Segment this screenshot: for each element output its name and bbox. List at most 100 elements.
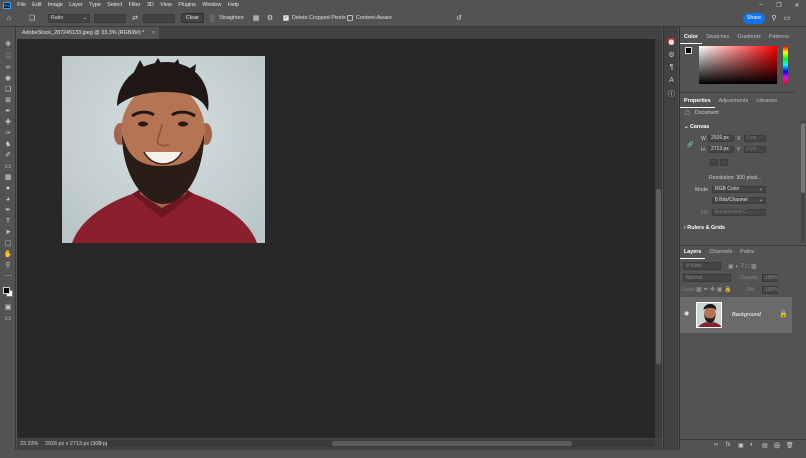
foreground-swatch[interactable] — [685, 47, 692, 54]
x-field[interactable]: 0 px — [744, 135, 766, 142]
fill-opacity-field[interactable]: 100% — [762, 286, 778, 294]
crop-tool-icon[interactable]: ❏ — [3, 84, 13, 94]
menu-image[interactable]: Image — [45, 0, 66, 10]
menu-layer[interactable]: Layer — [66, 0, 86, 10]
hue-slider[interactable] — [783, 46, 788, 84]
vertical-scrollbar[interactable] — [655, 39, 662, 438]
fill-select[interactable]: Background C... — [712, 209, 766, 216]
close-window-icon[interactable]: ✕ — [788, 0, 806, 10]
properties-scrollbar[interactable] — [801, 121, 805, 243]
straighten-icon[interactable]: ░ — [207, 13, 217, 23]
menu-window[interactable]: Window — [199, 0, 225, 10]
link-layers-icon[interactable]: ∞ — [714, 442, 718, 448]
delete-layer-icon[interactable]: 🗑 — [786, 442, 794, 449]
marquee-tool-icon[interactable]: □ — [3, 51, 13, 61]
menu-3d[interactable]: 3D — [144, 0, 157, 10]
ratio-select[interactable]: Ratio ⌄ — [48, 13, 90, 23]
menu-select[interactable]: Select — [104, 0, 125, 10]
menu-filter[interactable]: Filter — [125, 0, 143, 10]
clear-button[interactable]: Clear — [181, 13, 204, 23]
layer-filter-kind[interactable]: ⚲ Kind — [683, 262, 721, 270]
history-brush-tool-icon[interactable]: ✐ — [3, 150, 13, 160]
move-tool-icon[interactable]: ✥ — [3, 39, 13, 49]
gradient-tool-icon[interactable]: ▩ — [3, 172, 13, 182]
home-icon[interactable]: ⌂ — [4, 13, 14, 23]
new-layer-icon[interactable]: ⨁ — [774, 442, 780, 449]
filter-icons[interactable]: ▣ ◐ T □ ▩ — [728, 263, 757, 270]
restore-icon[interactable]: ❐ — [770, 0, 788, 10]
object-select-tool-icon[interactable]: ◉ — [3, 73, 13, 83]
tab-channels[interactable]: Channels — [705, 247, 736, 258]
foreground-background-swatches[interactable] — [685, 47, 695, 57]
portrait-orientation-icon[interactable] — [710, 159, 718, 166]
screen-mode-icon[interactable]: ▭ — [3, 313, 13, 323]
paragraph-panel-icon[interactable]: ¶ — [667, 63, 676, 72]
gear-icon[interactable]: ⚙ — [265, 13, 275, 23]
tab-color[interactable]: Color — [680, 32, 703, 44]
tab-libraries[interactable]: Libraries — [752, 96, 781, 107]
path-select-tool-icon[interactable]: ➤ — [3, 227, 13, 237]
menu-plugins[interactable]: Plugins — [175, 0, 199, 10]
tab-layers[interactable]: Layers — [680, 247, 706, 259]
opacity-field[interactable]: 100% — [762, 274, 778, 282]
lock-icon[interactable]: 🔒 — [779, 310, 788, 318]
zoom-level[interactable]: 33.33% — [20, 441, 38, 447]
frame-tool-icon[interactable]: ⊠ — [3, 95, 13, 105]
close-tab-icon[interactable]: × — [152, 27, 155, 39]
tab-adjustments[interactable]: Adjustments — [715, 96, 753, 107]
crop-tool-preset-icon[interactable]: ❏ — [27, 13, 37, 23]
color-picker-field[interactable] — [699, 46, 777, 84]
link-dimensions-icon[interactable]: 🔗 — [687, 142, 693, 148]
ratio-width-field[interactable] — [94, 13, 126, 23]
zoom-tool-icon[interactable]: ⚲ — [3, 260, 13, 270]
minimize-icon[interactable]: – — [752, 0, 770, 10]
eraser-tool-icon[interactable]: ▭ — [3, 161, 13, 171]
height-field[interactable]: 2713 px — [708, 146, 734, 153]
pen-tool-icon[interactable]: ✒ — [3, 205, 13, 215]
straighten-label[interactable]: Straighten — [219, 15, 244, 21]
new-group-icon[interactable]: ▤ — [762, 442, 768, 449]
status-arrow-icon[interactable]: > — [99, 441, 102, 447]
ratio-height-field[interactable] — [143, 13, 175, 23]
menu-edit[interactable]: Edit — [29, 0, 45, 10]
tab-swatches[interactable]: Swatches — [702, 32, 733, 43]
layer-row-background[interactable]: ◉ Background 🔒 — [680, 297, 792, 333]
overlay-grid-icon[interactable]: ▦ — [251, 13, 261, 23]
bit-depth-select[interactable]: 8 Bits/Channel ⌄ — [712, 197, 766, 204]
info-panel-icon[interactable]: ⓘ — [667, 89, 676, 98]
document-tab[interactable]: AdobeStock_287245133.jpeg @ 33.3% (RGB/8… — [17, 27, 159, 39]
share-button[interactable]: Share — [743, 13, 765, 24]
width-field[interactable]: 2926 px — [708, 135, 734, 142]
delete-cropped-checkbox[interactable]: ✓ — [283, 15, 289, 21]
menu-view[interactable]: View — [157, 0, 175, 10]
swap-icon[interactable]: ⇄ — [130, 13, 140, 23]
brush-tool-icon[interactable]: ✑ — [3, 128, 13, 138]
menu-file[interactable]: File — [14, 0, 29, 10]
workspace-icon[interactable]: ▭ — [782, 13, 792, 23]
dodge-tool-icon[interactable]: ◕ — [3, 194, 13, 204]
lock-icons[interactable]: ▦ ✒ ✥ ▣ 🔒 — [696, 286, 732, 293]
more-tools-icon[interactable]: ⋯ — [3, 271, 13, 281]
adjust-panel-icon[interactable]: ⚙ — [667, 50, 676, 59]
clone-stamp-tool-icon[interactable]: ♞ — [3, 139, 13, 149]
canvas-area[interactable] — [17, 39, 655, 438]
search-icon[interactable]: ⚲ — [769, 13, 779, 23]
rectangle-tool-icon[interactable]: ▢ — [3, 238, 13, 248]
mode-select[interactable]: RGB Color ⌄ — [712, 186, 766, 193]
layer-name[interactable]: Background — [732, 312, 761, 318]
type-tool-icon[interactable]: T — [3, 216, 13, 226]
history-panel-icon[interactable]: ⏰ — [667, 37, 676, 46]
healing-brush-tool-icon[interactable]: ✚ — [3, 117, 13, 127]
quick-mask-icon[interactable]: ▣ — [3, 302, 13, 312]
landscape-orientation-icon[interactable] — [720, 159, 728, 166]
blend-mode-select[interactable]: Normal — [683, 274, 731, 282]
menu-type[interactable]: Type — [86, 0, 104, 10]
canvas-section-header[interactable]: ⌄ Canvas — [684, 124, 709, 130]
tab-properties[interactable]: Properties — [680, 96, 715, 108]
content-aware-checkbox[interactable] — [347, 15, 353, 21]
tab-paths[interactable]: Paths — [736, 247, 758, 258]
add-mask-icon[interactable]: ▣ — [738, 442, 744, 449]
character-panel-icon[interactable]: A — [667, 76, 676, 85]
layer-style-icon[interactable]: fx — [726, 442, 731, 448]
lasso-tool-icon[interactable]: ∞ — [3, 62, 13, 72]
